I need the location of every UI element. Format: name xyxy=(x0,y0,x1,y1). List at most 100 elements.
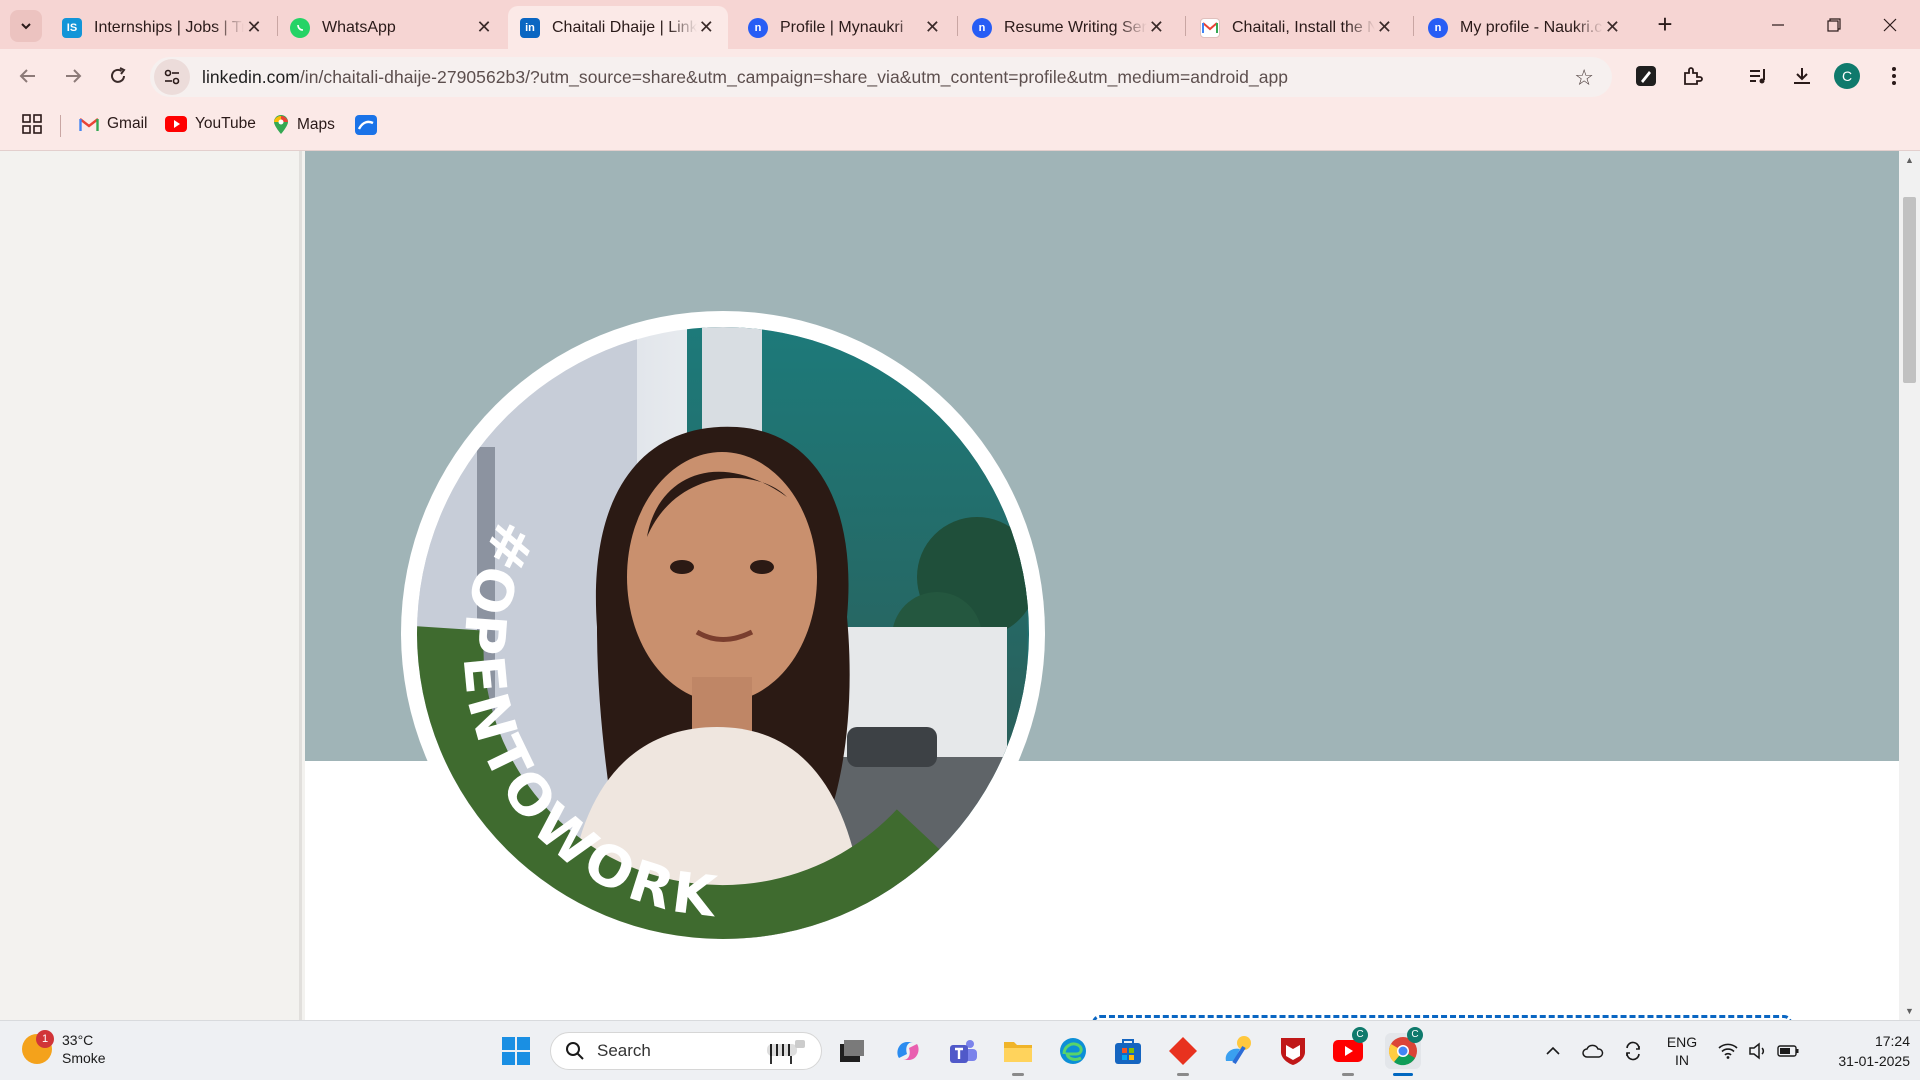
tab-title: Resume Writing Services xyxy=(1004,18,1147,36)
tab-search-button[interactable] xyxy=(10,10,42,42)
back-button[interactable] xyxy=(11,59,45,93)
tab-mynaukri[interactable]: n Profile | Mynaukri ✕ xyxy=(736,6,954,49)
mcafee-shield-icon xyxy=(1281,1038,1305,1065)
scroll-up-arrow-icon[interactable]: ▲ xyxy=(1905,155,1914,165)
battery-icon[interactable] xyxy=(1774,1021,1802,1080)
red-diamond-app-button[interactable] xyxy=(1165,1033,1201,1076)
search-label: Search xyxy=(597,1041,651,1060)
close-tab-icon[interactable]: ✕ xyxy=(923,17,942,38)
task-view-icon xyxy=(840,1040,864,1062)
youtube-app-button[interactable]: C xyxy=(1330,1027,1368,1076)
close-tab-icon[interactable]: ✕ xyxy=(1603,17,1622,38)
tab-title: Chaitali, Install the Naukri app xyxy=(1232,18,1375,36)
url-host: linkedin.com xyxy=(202,66,300,87)
active-indicator xyxy=(1393,1073,1413,1076)
url-text[interactable]: linkedin.com/in/chaitali-dhaije-2790562b… xyxy=(202,67,1288,88)
page-scrollbar[interactable]: ▲ ▼ xyxy=(1899,151,1920,1020)
taskbar-search[interactable]: Search xyxy=(550,1032,822,1070)
extensions-icon[interactable] xyxy=(1678,62,1706,90)
naukri-icon: n xyxy=(1428,17,1448,38)
windows-taskbar: 1 33°C Smoke Search C C ENG IN 17:24 31-… xyxy=(0,1020,1920,1080)
teams-button[interactable] xyxy=(945,1033,981,1069)
forward-button[interactable] xyxy=(56,59,90,93)
task-view-button[interactable] xyxy=(834,1033,870,1069)
bookmark-maps[interactable]: Maps xyxy=(273,115,335,135)
site-info-icon[interactable] xyxy=(154,59,190,95)
weather-app-icon xyxy=(1225,1036,1251,1065)
tab-whatsapp[interactable]: WhatsApp ✕ xyxy=(278,6,506,49)
tab-title: My profile - Naukri.com xyxy=(1460,18,1603,36)
tab-title: Profile | Mynaukri xyxy=(780,18,904,36)
taskbar-clock[interactable]: 17:24 31-01-2025 xyxy=(1810,1031,1910,1071)
scroll-down-arrow-icon[interactable]: ▼ xyxy=(1905,1006,1914,1016)
downloads-icon[interactable] xyxy=(1788,62,1816,90)
close-window-button[interactable] xyxy=(1862,0,1918,49)
gmail-icon xyxy=(79,117,99,131)
restore-button[interactable] xyxy=(1806,0,1862,49)
windows-logo-icon xyxy=(502,1037,530,1065)
new-tab-button[interactable]: + xyxy=(1650,10,1680,40)
sync-tray-icon[interactable] xyxy=(1618,1021,1648,1080)
whatsapp-icon xyxy=(290,17,310,38)
weather-temp: 33°C xyxy=(62,1032,94,1048)
running-indicator xyxy=(1177,1073,1189,1076)
mcafee-button[interactable] xyxy=(1275,1033,1311,1069)
clock-time: 17:24 xyxy=(1874,1033,1910,1049)
address-bar[interactable]: linkedin.com/in/chaitali-dhaije-2790562b… xyxy=(150,57,1612,97)
chevron-up-icon xyxy=(1546,1046,1560,1055)
close-tab-icon[interactable]: ✕ xyxy=(244,17,264,38)
profile-photo[interactable]: #OPENTOWORK xyxy=(417,327,1029,939)
tab-gmail[interactable]: Chaitali, Install the Naukri app ✕ xyxy=(1188,6,1406,49)
pen-extension-icon[interactable] xyxy=(1632,62,1660,90)
close-tab-icon[interactable]: ✕ xyxy=(474,17,494,38)
tab-linkedin[interactable]: in Chaitali Dhaije | LinkedIn ✕ xyxy=(508,6,728,49)
zebra-search-highlight-icon xyxy=(767,1040,805,1064)
tab-internshala[interactable]: IS Internships | Jobs | Training ✕ xyxy=(50,6,276,49)
profile-avatar[interactable]: C xyxy=(1834,63,1860,89)
bookmark-label: YouTube xyxy=(195,115,256,132)
onedrive-tray-icon[interactable] xyxy=(1578,1021,1608,1080)
minimize-button[interactable] xyxy=(1750,0,1806,49)
tab-resume-writing[interactable]: n Resume Writing Services ✕ xyxy=(960,6,1178,49)
running-indicator xyxy=(1342,1073,1354,1076)
profile-card: #OPENTOWORK xyxy=(305,151,1899,1020)
weather-desc: Smoke xyxy=(62,1050,106,1066)
close-tab-icon[interactable]: ✕ xyxy=(697,17,716,38)
start-button[interactable] xyxy=(498,1033,534,1069)
apps-grid-icon[interactable] xyxy=(22,114,42,134)
language-code: ENG xyxy=(1666,1034,1698,1050)
bookmarks-bar: Gmail YouTube Maps xyxy=(0,101,1920,151)
arrow-left-icon xyxy=(19,69,35,83)
bookmark-youtube[interactable]: YouTube xyxy=(165,115,256,133)
file-explorer-button[interactable] xyxy=(1000,1033,1036,1076)
weather-app-button[interactable] xyxy=(1220,1033,1256,1069)
diamond-app-icon xyxy=(1169,1037,1197,1065)
bookmark-extra[interactable] xyxy=(355,115,377,135)
bookmark-gmail[interactable]: Gmail xyxy=(79,115,147,133)
show-hidden-icons-button[interactable] xyxy=(1538,1021,1568,1080)
close-tab-icon[interactable]: ✕ xyxy=(1375,17,1394,38)
tab-naukri-profile[interactable]: n My profile - Naukri.com ✕ xyxy=(1416,6,1634,49)
weather-widget[interactable]: 1 33°C Smoke xyxy=(22,1030,106,1067)
tab-title: Internships | Jobs | Training xyxy=(94,18,244,36)
edge-button[interactable] xyxy=(1055,1033,1091,1069)
menu-kebab-icon[interactable] xyxy=(1880,62,1908,90)
wifi-icon[interactable] xyxy=(1714,1021,1742,1080)
gmail-icon xyxy=(1200,17,1220,38)
tab-separator xyxy=(1185,16,1186,36)
bookmark-label: Maps xyxy=(297,116,335,133)
url-path: /in/chaitali-dhaije-2790562b3/?utm_sourc… xyxy=(299,66,1289,87)
tab-title: WhatsApp xyxy=(322,18,396,36)
scrollbar-thumb[interactable] xyxy=(1903,197,1916,383)
clock-date: 31-01-2025 xyxy=(1838,1053,1910,1069)
chrome-button[interactable]: C xyxy=(1385,1027,1423,1076)
volume-icon[interactable] xyxy=(1744,1021,1772,1080)
reload-button[interactable] xyxy=(101,59,135,93)
copilot-button[interactable] xyxy=(890,1033,926,1069)
media-control-icon[interactable] xyxy=(1744,62,1772,90)
close-tab-icon[interactable]: ✕ xyxy=(1147,17,1166,38)
language-indicator[interactable]: ENG IN xyxy=(1660,1021,1704,1080)
microsoft-store-button[interactable] xyxy=(1110,1033,1146,1069)
tab-title: Chaitali Dhaije | LinkedIn xyxy=(552,18,697,36)
bookmark-star-icon[interactable]: ☆ xyxy=(1574,65,1594,91)
